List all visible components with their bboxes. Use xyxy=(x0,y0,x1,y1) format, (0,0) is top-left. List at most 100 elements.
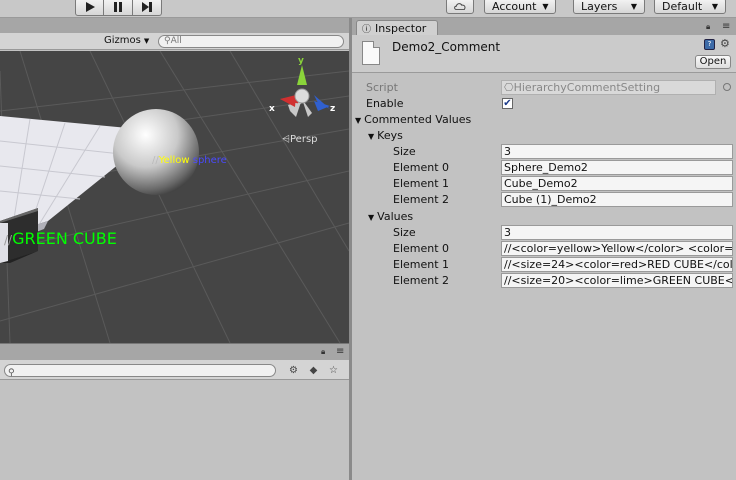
projection-toggle[interactable]: ⩤Persp xyxy=(282,134,318,145)
keys-element-field[interactable]: Cube (1)_Demo2 xyxy=(501,192,733,207)
enable-checkbox[interactable]: ✔ xyxy=(502,98,513,109)
play-icon xyxy=(85,2,95,12)
values-foldout[interactable]: ▼ Values xyxy=(352,209,736,225)
keys-element-field[interactable]: Cube_Demo2 xyxy=(501,176,733,191)
layers-label: Layers xyxy=(581,0,618,13)
play-button[interactable] xyxy=(75,0,104,16)
inspector-header: Demo2_Comment ? ⚙ Open xyxy=(352,35,736,73)
account-label: Account xyxy=(492,0,537,13)
element-label: Element 1 xyxy=(393,258,450,271)
values-size-label: Size xyxy=(393,226,416,239)
scene-viewport[interactable]: y x z ⩤Persp //Yellow sphere //GREEN CUB… xyxy=(0,51,349,343)
bottom-search-input[interactable]: ⚲ xyxy=(4,364,276,378)
enable-row: Enable ✔ xyxy=(352,96,736,112)
commented-values-header: ▼ Commented Values xyxy=(355,113,471,126)
gizmos-dropdown[interactable]: Gizmos ▼ xyxy=(104,35,149,46)
yellow-text: Yellow xyxy=(158,155,190,166)
inspector-tabstrip: ⓘ Inspector 🔒︎ ≡ xyxy=(352,18,736,35)
values-element-field[interactable]: //<size=20><color=lime>GREEN CUBE</cc xyxy=(501,273,733,288)
script-field: ⎔HierarchyCommentSetting xyxy=(501,80,716,95)
main-toolbar: Account ▼ Layers ▼ Default ▼ xyxy=(0,0,736,18)
lock-icon[interactable]: 🔒︎ xyxy=(321,347,325,357)
inspector-tab-label: Inspector xyxy=(375,21,427,35)
cube-comment-label: //GREEN CUBE xyxy=(4,229,117,248)
values-element-row: Element 2 //<size=20><color=lime>GREEN C… xyxy=(352,273,736,289)
label-tag-icon[interactable]: ◆ xyxy=(305,363,322,378)
blue-text: sphere xyxy=(192,155,227,166)
element-label: Element 0 xyxy=(393,161,450,174)
help-icon[interactable]: ? xyxy=(704,39,715,50)
step-button[interactable] xyxy=(133,0,162,16)
menu-icon[interactable]: ≡ xyxy=(722,21,730,32)
keys-header: ▼ Keys xyxy=(368,129,403,142)
triangle-down-icon: ▼ xyxy=(368,213,375,222)
keys-size-label: Size xyxy=(393,145,416,158)
script-label: Script xyxy=(366,81,398,94)
layout-dropdown[interactable]: Default ▼ xyxy=(654,0,726,14)
pause-icon xyxy=(114,2,122,12)
step-icon xyxy=(142,2,152,12)
comment-prefix: // xyxy=(4,233,13,247)
layout-label: Default xyxy=(662,0,703,13)
object-picker-icon[interactable] xyxy=(723,83,731,91)
filter-type-icon[interactable]: ⚙ xyxy=(285,363,302,378)
chevron-down-icon: ▼ xyxy=(143,36,150,45)
search-placeholder: All xyxy=(170,36,182,46)
values-element-field[interactable]: //<color=yellow>Yellow</color> <color=bl… xyxy=(501,241,733,256)
keys-element-field[interactable]: Sphere_Demo2 xyxy=(501,160,733,175)
lock-icon[interactable]: 🔒︎ xyxy=(706,22,710,32)
element-label: Element 1 xyxy=(393,177,450,190)
bottom-tabstrip: 🔒︎ ≡ xyxy=(0,343,349,360)
keys-label: Keys xyxy=(377,129,403,142)
commented-values-foldout[interactable]: ▼ Commented Values xyxy=(352,112,736,128)
triangle-down-icon: ▼ xyxy=(368,132,375,141)
element-label: Element 2 xyxy=(393,193,450,206)
scene-search-input[interactable]: ⚲All xyxy=(158,35,344,48)
keys-size-row: Size 3 xyxy=(352,144,736,160)
triangle-down-icon: ▼ xyxy=(355,116,362,125)
gizmos-label: Gizmos xyxy=(104,35,141,46)
arrow-left-icon: ⩤ xyxy=(282,134,290,145)
inspector-body: Script ⎔HierarchyCommentSetting Enable ✔… xyxy=(352,74,736,480)
sphere-comment-label: //Yellow sphere xyxy=(152,155,227,166)
persp-label: Persp xyxy=(290,134,318,145)
project-panel-body xyxy=(0,381,349,480)
element-label: Element 0 xyxy=(393,242,450,255)
keys-size-field[interactable]: 3 xyxy=(501,144,733,159)
favorite-star-icon[interactable]: ☆ xyxy=(325,363,342,378)
object-name: Demo2_Comment xyxy=(392,40,501,54)
keys-foldout[interactable]: ▼ Keys xyxy=(352,128,736,144)
bottom-toolbar: ⚲ ⚙ ◆ ☆ xyxy=(0,360,349,380)
pause-button[interactable] xyxy=(104,0,133,16)
values-size-row: Size 3 xyxy=(352,225,736,241)
axis-z-label: z xyxy=(330,104,336,114)
playback-controls xyxy=(75,0,162,16)
scene-header: Gizmos ▼ ⚲All xyxy=(0,33,349,50)
search-icon: ⚲ xyxy=(164,36,171,46)
script-icon: ⎔ xyxy=(504,81,514,94)
script-row: Script ⎔HierarchyCommentSetting xyxy=(352,80,736,96)
script-value: HierarchyCommentSetting xyxy=(513,81,661,94)
axis-x-label: x xyxy=(269,104,275,114)
enable-label: Enable xyxy=(366,97,404,110)
scene-render xyxy=(0,51,349,343)
layers-dropdown[interactable]: Layers ▼ xyxy=(573,0,645,14)
account-dropdown[interactable]: Account ▼ xyxy=(484,0,556,14)
cloud-button[interactable] xyxy=(446,0,474,14)
search-icon: ⚲ xyxy=(8,368,15,378)
values-element-row: Element 0 //<color=yellow>Yellow</color>… xyxy=(352,241,736,257)
values-element-field[interactable]: //<size=24><color=red>RED CUBE</color xyxy=(501,257,733,272)
open-button[interactable]: Open xyxy=(695,55,731,69)
menu-icon[interactable]: ≡ xyxy=(336,346,344,357)
green-cube-text: GREEN CUBE xyxy=(12,229,117,248)
gear-icon[interactable]: ⚙ xyxy=(720,37,730,50)
tab-inspector[interactable]: ⓘ Inspector xyxy=(356,20,438,35)
comment-prefix: // xyxy=(152,155,159,166)
scene-tabstrip xyxy=(0,18,349,33)
chevron-down-icon: ▼ xyxy=(542,1,549,11)
element-label: Element 2 xyxy=(393,274,450,287)
chevron-down-icon: ▼ xyxy=(711,1,718,11)
info-icon: ⓘ xyxy=(362,24,372,35)
chevron-down-icon: ▼ xyxy=(630,1,637,11)
values-size-field[interactable]: 3 xyxy=(501,225,733,240)
